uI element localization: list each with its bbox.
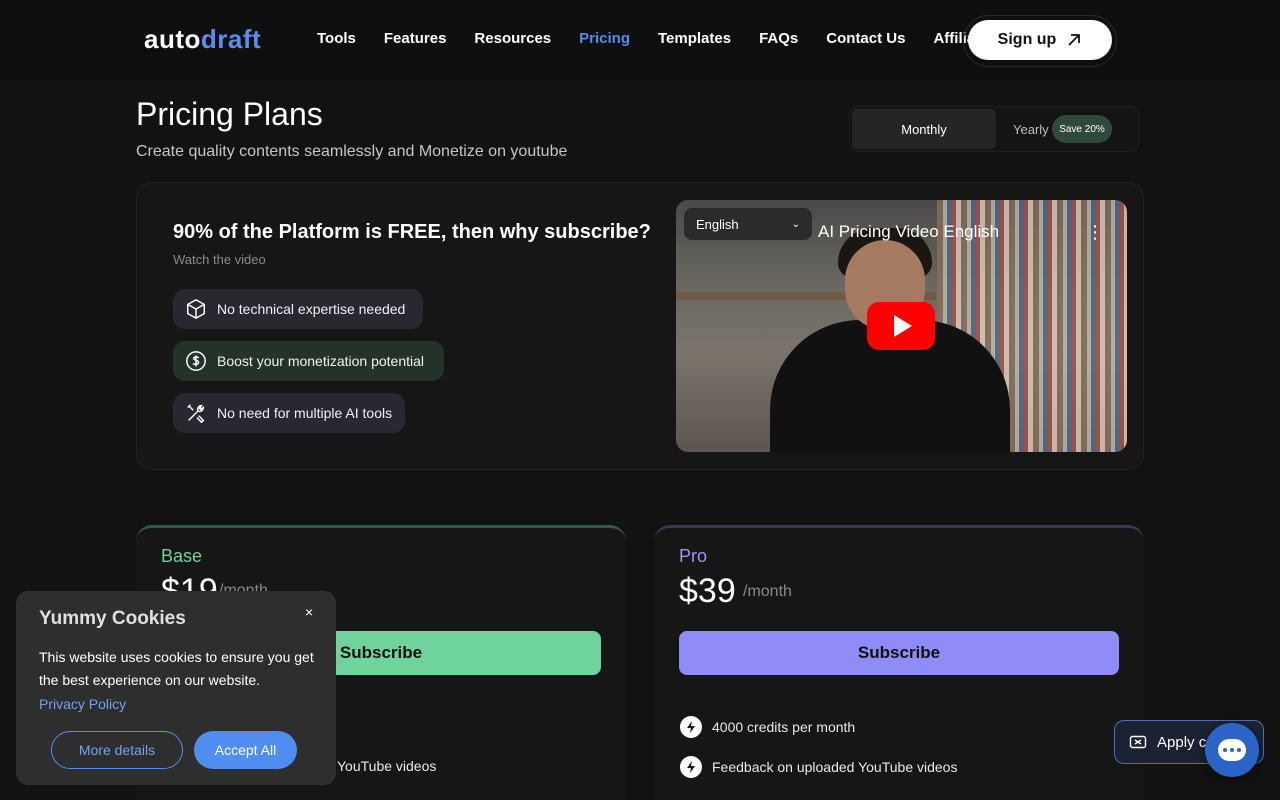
cookie-title: Yummy Cookies: [39, 608, 186, 629]
more-options-icon[interactable]: ⋮: [1086, 222, 1104, 242]
chat-button[interactable]: [1205, 723, 1259, 777]
plan-feature-pro-1: 4000 credits per month: [680, 716, 855, 738]
feature-pill-monetization: Boost your monetization potential: [173, 341, 444, 381]
plan-name-base: Base: [161, 546, 203, 566]
logo-text-draft: draft: [200, 24, 262, 54]
feature-pill-label: Boost your monetization potential: [217, 353, 425, 369]
nav-link-resources[interactable]: Resources: [460, 30, 565, 47]
nav-link-tools[interactable]: Tools: [303, 30, 370, 47]
apply-coupon-label: Apply c: [1157, 733, 1207, 751]
cookie-more-details-button[interactable]: More details: [51, 731, 183, 769]
logo-text-auto: auto: [144, 24, 201, 54]
logo[interactable]: autodraft: [144, 24, 261, 55]
subscribe-button-pro[interactable]: Subscribe: [679, 631, 1119, 675]
billing-monthly-button[interactable]: Monthly: [852, 109, 996, 149]
nav-link-templates[interactable]: Templates: [644, 30, 745, 47]
plan-feature-label: Feedback on uploaded YouTube videos: [712, 759, 958, 775]
cookie-text: This website uses cookies to ensure you …: [39, 649, 314, 688]
page-subtitle: Create quality contents seamlessly and M…: [136, 143, 568, 160]
plan-price-pro: $39: [679, 572, 736, 610]
signup-label: Sign up: [997, 31, 1057, 48]
plan-feature-base-2: YouTube videos: [337, 758, 436, 774]
chat-icon: [1218, 739, 1246, 761]
nav-link-pricing[interactable]: Pricing: [565, 30, 644, 47]
tools-icon: [187, 404, 205, 424]
dollar-icon: [186, 351, 206, 371]
page-title: Pricing Plans: [136, 96, 323, 132]
billing-yearly-button[interactable]: Yearly: [1013, 122, 1049, 137]
play-icon: [894, 315, 912, 337]
cube-icon: [187, 298, 205, 320]
plan-feature-pro-2: Feedback on uploaded YouTube videos: [680, 756, 957, 778]
hero-subtitle: Watch the video: [173, 252, 266, 267]
chevron-down-icon: ⌄: [791, 218, 800, 230]
signup-button[interactable]: Sign up: [968, 20, 1112, 60]
plan-name-pro: Pro: [679, 546, 708, 566]
cookie-accept-all-button[interactable]: Accept All: [194, 731, 297, 769]
plan-feature-label: YouTube videos: [337, 758, 437, 774]
video-title[interactable]: AI Pricing Video English: [818, 222, 999, 242]
feature-pill-tools: No need for multiple AI tools: [173, 393, 405, 433]
top-nav: autodraft Tools Features Resources Prici…: [0, 0, 1280, 80]
nav-link-faqs[interactable]: FAQs: [745, 30, 812, 47]
bolt-icon: [680, 756, 702, 778]
video-language-label: English: [696, 216, 739, 232]
cookie-close-button[interactable]: ×: [305, 604, 313, 620]
feature-pill-label: No need for multiple AI tools: [217, 405, 393, 421]
bolt-icon: [680, 716, 702, 738]
nav-link-contact-us[interactable]: Contact Us: [812, 30, 919, 47]
video-language-select[interactable]: English ⌄: [684, 208, 812, 240]
nav-link-features[interactable]: Features: [370, 30, 461, 47]
hero-title: 90% of the Platform is FREE, then why su…: [173, 221, 651, 243]
ticket-icon: [1129, 735, 1147, 749]
play-button[interactable]: [867, 302, 935, 350]
plan-period-pro: /month: [743, 583, 792, 600]
feature-pill-label: No technical expertise needed: [217, 301, 406, 317]
nav-links: Tools Features Resources Pricing Templat…: [303, 30, 1002, 47]
arrow-up-right-icon: [1068, 34, 1081, 46]
save-badge: Save 20%: [1052, 115, 1112, 143]
plan-feature-label: 4000 credits per month: [712, 719, 856, 735]
privacy-policy-link[interactable]: Privacy Policy: [39, 696, 126, 712]
feature-pill-expertise: No technical expertise needed: [173, 289, 423, 329]
